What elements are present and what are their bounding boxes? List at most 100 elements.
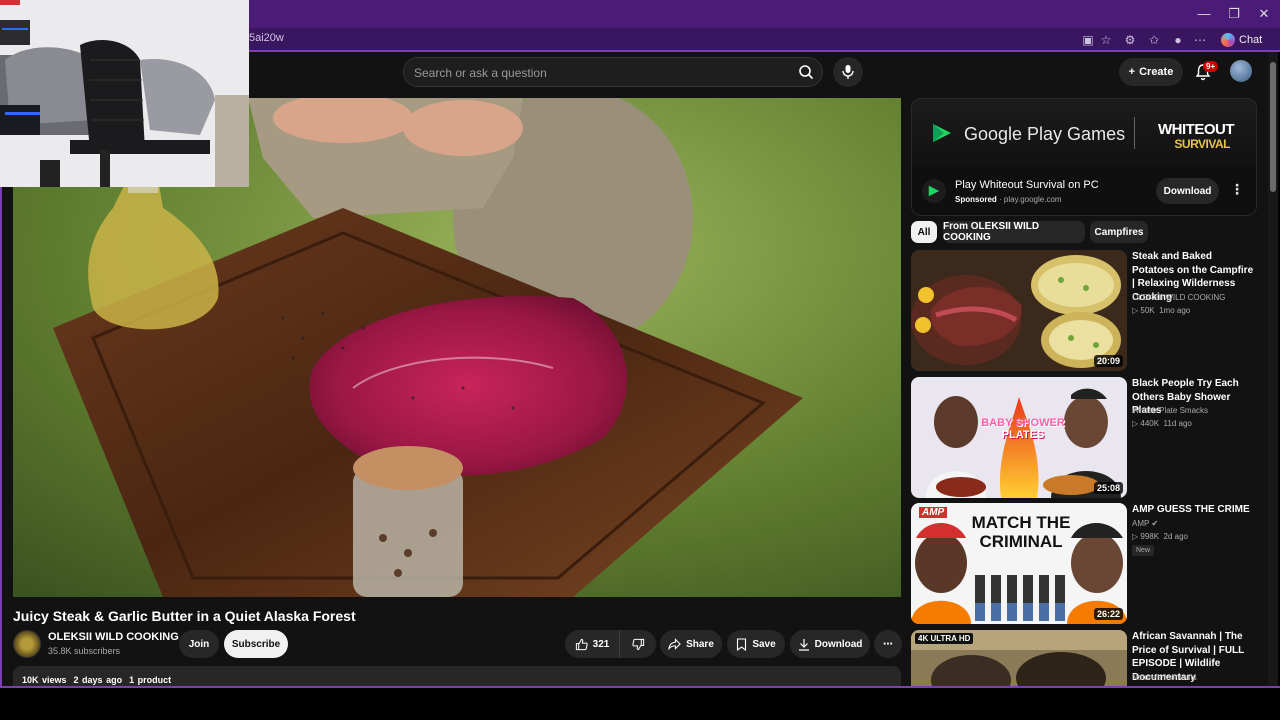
video-thumbnail[interactable]: BABY SHOWER PLATES 25:08 <box>911 377 1127 498</box>
scrollbar-thumb[interactable] <box>1270 62 1276 192</box>
more-menu-icon[interactable]: ⋯ <box>1192 32 1208 48</box>
chat-label: Chat <box>1239 34 1263 46</box>
voice-search-button[interactable] <box>833 57 863 87</box>
upload-age: 2d ago <box>1163 532 1188 541</box>
webcam-image <box>0 0 249 187</box>
video-duration: 20:09 <box>1093 355 1123 367</box>
dislike-button[interactable] <box>620 630 656 658</box>
webcam-overlay <box>0 0 249 187</box>
join-button[interactable]: Join <box>179 630 219 658</box>
list-item[interactable]: 20:09 Steak and Baked Potatoes on the Ca… <box>911 250 1257 372</box>
video-meta: 10K views 2 days ago 1 product <box>22 675 171 685</box>
thumbnail-image <box>911 250 1127 371</box>
thumbnail-text-line1: MATCH THE <box>971 513 1071 532</box>
video-duration: 25:08 <box>1093 482 1123 494</box>
product-count[interactable]: 1 product <box>129 675 171 685</box>
search-button[interactable] <box>792 59 820 85</box>
chip-campfires[interactable]: Campfires <box>1090 221 1148 243</box>
channel-name-text: AMP <box>1132 519 1150 528</box>
sponsored-label: Sponsored <box>955 195 997 204</box>
share-label: Share <box>686 638 714 650</box>
account-avatar[interactable] <box>1230 60 1252 82</box>
thumbnail-text-line1: BABY SHOWER <box>981 417 1065 429</box>
list-item[interactable]: AMP MATCH THE CRIMINAL 26:22 AMP GUESS T… <box>911 503 1257 625</box>
favorite-star-icon[interactable]: ☆ <box>1098 32 1114 48</box>
search-icon <box>799 65 814 80</box>
search-input[interactable]: Search or ask a question <box>414 66 547 80</box>
upload-age: 2 days ago <box>73 675 123 685</box>
url-text[interactable]: 5ai20w <box>249 32 284 44</box>
upload-age: 1mo ago <box>1159 306 1191 315</box>
upload-age: 11d ago <box>1163 419 1192 428</box>
google-play-games-logo-icon <box>933 124 951 142</box>
thumbnail-tag: 4K ULTRA HD <box>915 633 974 644</box>
close-button[interactable]: ✕ <box>1254 4 1274 24</box>
subscribe-button[interactable]: Subscribe <box>224 630 288 658</box>
share-button[interactable]: Share <box>660 630 722 658</box>
create-label: Create <box>1139 66 1174 78</box>
microphone-icon <box>842 65 854 79</box>
ad-download-button[interactable]: Download <box>1156 178 1219 204</box>
share-icon <box>668 638 681 650</box>
view-count: 50K <box>1140 306 1155 315</box>
thumbs-down-icon <box>631 638 644 650</box>
game-logo-line1: WHITEOUT <box>1158 121 1235 138</box>
more-actions-button[interactable]: ⋯ <box>874 630 902 658</box>
notification-badge: 9+ <box>1203 61 1219 72</box>
channel-name[interactable]: OLEKSII WILD COOKING <box>1132 293 1225 302</box>
window-border-bottom <box>0 686 1280 688</box>
create-button[interactable]: + Create <box>1119 58 1183 86</box>
video-stats: ▷ 50K 1mo ago <box>1132 306 1190 315</box>
game-logo: WHITEOUT SURVIVAL <box>1158 121 1235 151</box>
channel-name[interactable]: AMP ✔ <box>1132 519 1158 528</box>
video-thumbnail[interactable]: 20:09 <box>911 250 1127 371</box>
view-count: 10K views <box>22 675 67 685</box>
ad-subline: Sponsored · play.google.com <box>955 195 1062 204</box>
ad-more-vertical-icon[interactable]: ⋮ <box>1230 181 1244 198</box>
video-title: Juicy Steak & Garlic Butter in a Quiet A… <box>13 608 356 624</box>
ad-banner[interactable]: Google Play Games WHITEOUT SURVIVAL <box>912 99 1256 167</box>
thumbnail-logo: AMP <box>919 507 948 518</box>
channel-name[interactable]: Whose Plate Smacks <box>1132 406 1208 415</box>
ad-divider <box>1134 117 1135 149</box>
search-box[interactable]: Search or ask a question <box>403 57 823 87</box>
video-title-link[interactable]: AMP GUESS THE CRIME <box>1132 503 1257 517</box>
page-scrollbar[interactable] <box>1268 52 1278 686</box>
chip-from-channel[interactable]: From OLEKSII WILD COOKING <box>943 221 1085 243</box>
split-screen-icon[interactable]: ▣ <box>1080 32 1096 48</box>
view-count: 998K <box>1140 532 1160 541</box>
video-duration: 26:22 <box>1093 608 1123 620</box>
channel-name[interactable]: OLEKSII WILD COOKING <box>48 631 179 643</box>
list-item[interactable]: 4K ULTRA HD African Savannah | The Price… <box>911 630 1257 686</box>
extensions-icon[interactable]: ⚙ <box>1122 32 1138 48</box>
minimize-button[interactable]: — <box>1194 4 1214 24</box>
thumbnail-text: MATCH THE CRIMINAL <box>966 513 1076 551</box>
copilot-chat-button[interactable]: Chat <box>1215 30 1268 50</box>
video-stats: ▷ 440K 11d ago <box>1132 419 1192 428</box>
sponsored-ad-card[interactable]: Google Play Games WHITEOUT SURVIVAL Play… <box>911 98 1257 216</box>
restore-button[interactable]: ❐ <box>1224 4 1244 24</box>
channel-avatar[interactable] <box>13 630 41 658</box>
like-button[interactable]: 321 <box>565 630 620 658</box>
video-thumbnail[interactable]: 4K ULTRA HD <box>911 630 1127 686</box>
thumbnail-text-line2: PLATES <box>1001 429 1045 441</box>
like-count: 321 <box>592 638 610 650</box>
copilot-logo-icon <box>1221 33 1235 47</box>
profile-icon[interactable]: ● <box>1170 32 1186 48</box>
save-button[interactable]: Save <box>727 630 785 658</box>
download-button[interactable]: Download <box>790 630 870 658</box>
channel-name[interactable]: Nature's Moments <box>1132 673 1197 682</box>
download-label: Download <box>814 638 863 650</box>
chip-all[interactable]: All <box>911 221 937 243</box>
play-icon: ▷ <box>1132 532 1139 541</box>
video-thumbnail[interactable]: AMP MATCH THE CRIMINAL 26:22 <box>911 503 1127 624</box>
thumbnail-text: BABY SHOWER PLATES <box>973 417 1073 441</box>
favorites-icon[interactable]: ✩ <box>1146 32 1162 48</box>
description-box[interactable]: 10K views 2 days ago 1 product <box>13 666 901 686</box>
ad-advertiser-icon <box>922 179 946 203</box>
ad-title[interactable]: Play Whiteout Survival on PC <box>955 179 1099 191</box>
download-icon <box>798 638 809 651</box>
plus-icon: + <box>1128 66 1136 78</box>
list-item[interactable]: BABY SHOWER PLATES 25:08 Black People Tr… <box>911 377 1257 499</box>
video-stats: ▷ 998K 2d ago <box>1132 532 1188 541</box>
